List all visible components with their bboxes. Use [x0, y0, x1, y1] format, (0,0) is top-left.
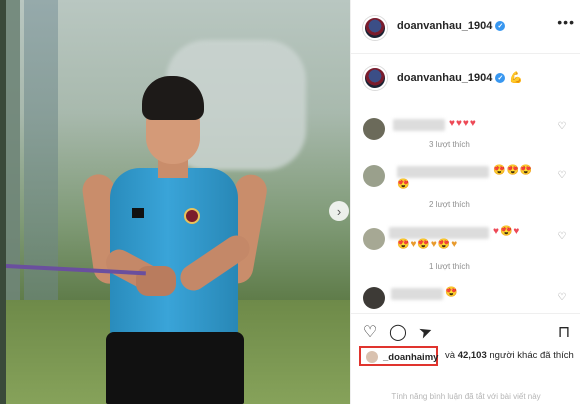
comment-icon[interactable]: ◯: [389, 324, 407, 342]
commenter-name-blurred: [397, 166, 489, 178]
jersey-sponsor-mark: [132, 208, 144, 218]
comment-2: 😍😍😍 😍 2 lượt thích ♡: [351, 165, 580, 215]
verified-icon: ✓: [495, 73, 506, 83]
commenter-name-blurred: [389, 227, 489, 239]
post-side-panel: doanvanhau_1904 ✓ ••• doanvanhau_1904 ✓ 💪 ♥…: [350, 0, 580, 404]
athlete-hair: [142, 76, 204, 120]
comment-text-continued: 😍: [397, 179, 411, 190]
like-icon[interactable]: ♡: [361, 324, 379, 342]
carousel-next-button[interactable]: ›: [329, 201, 349, 221]
commenter-avatar[interactable]: [363, 287, 385, 309]
post-caption: doanvanhau_1904 ✓ 💪: [351, 66, 580, 90]
share-icon[interactable]: ➤: [414, 321, 437, 344]
club-crest: [184, 208, 200, 224]
liked-by-summary[interactable]: và 42,103 người khác đã thích: [445, 350, 574, 361]
comment-like-icon[interactable]: ♡: [557, 293, 567, 303]
comment-like-icon[interactable]: ♡: [557, 122, 567, 132]
commenter-name-blurred: [391, 288, 443, 300]
caption-author-username: doanvanhau_1904: [397, 72, 493, 84]
author-username: doanvanhau_1904: [397, 20, 493, 32]
comment-1: ♥♥♥♥ 3 lượt thích ♡: [351, 118, 580, 158]
comment-text-continued: 😍♥😍♥😍♥: [397, 239, 459, 250]
comment-text: ♥♥♥♥: [449, 118, 477, 129]
comment-4: 😍 ♡: [351, 287, 580, 311]
post-header: doanvanhau_1904 ✓ •••: [351, 0, 580, 54]
comment-like-icon[interactable]: ♡: [557, 171, 567, 181]
liker-avatar: [366, 351, 378, 363]
comment-like-count[interactable]: 2 lượt thích: [429, 200, 470, 209]
post-photo[interactable]: ›: [6, 0, 350, 404]
more-options-icon[interactable]: •••: [557, 14, 575, 30]
caption-author-avatar[interactable]: [363, 66, 387, 90]
comment-text: ♥😍♥: [493, 226, 521, 237]
author-avatar[interactable]: [363, 16, 387, 40]
liked-by-conjunction: và: [445, 350, 456, 361]
liked-by-suffix: người khác đã thích: [489, 350, 574, 361]
liked-by-line: _doanhaimy và 42,103 người khác đã thích: [359, 346, 580, 366]
chevron-right-icon: ›: [336, 203, 342, 219]
comments-disabled-note: Tính năng bình luận đã tắt với bài viết …: [391, 392, 541, 401]
caption-author-link[interactable]: doanvanhau_1904 ✓ 💪: [397, 71, 523, 84]
athlete-figure: [80, 76, 280, 404]
author-username-link[interactable]: doanvanhau_1904 ✓: [397, 20, 506, 32]
verified-icon: ✓: [495, 21, 506, 31]
athlete-shorts: [106, 332, 244, 404]
comment-like-count[interactable]: 3 lượt thích: [429, 140, 470, 149]
commenter-avatar[interactable]: [363, 165, 385, 187]
bookmark-icon[interactable]: ⊓: [555, 324, 573, 342]
commenter-avatar[interactable]: [363, 228, 385, 250]
comment-text: 😍: [445, 287, 459, 298]
commenter-name-blurred: [393, 119, 445, 131]
liker-username: _doanhaimy: [383, 352, 439, 363]
comment-3: ♥😍♥ 😍♥😍♥😍♥ 1 lượt thích ♡: [351, 226, 580, 276]
commenter-avatar[interactable]: [363, 118, 385, 140]
comment-text: 😍😍😍: [493, 165, 534, 176]
comment-like-count[interactable]: 1 lượt thích: [429, 262, 470, 271]
caption-text: 💪: [509, 72, 524, 84]
liked-by-highlight[interactable]: _doanhaimy: [359, 346, 438, 366]
comment-like-icon[interactable]: ♡: [557, 232, 567, 242]
liked-by-count: 42,103: [457, 350, 487, 361]
